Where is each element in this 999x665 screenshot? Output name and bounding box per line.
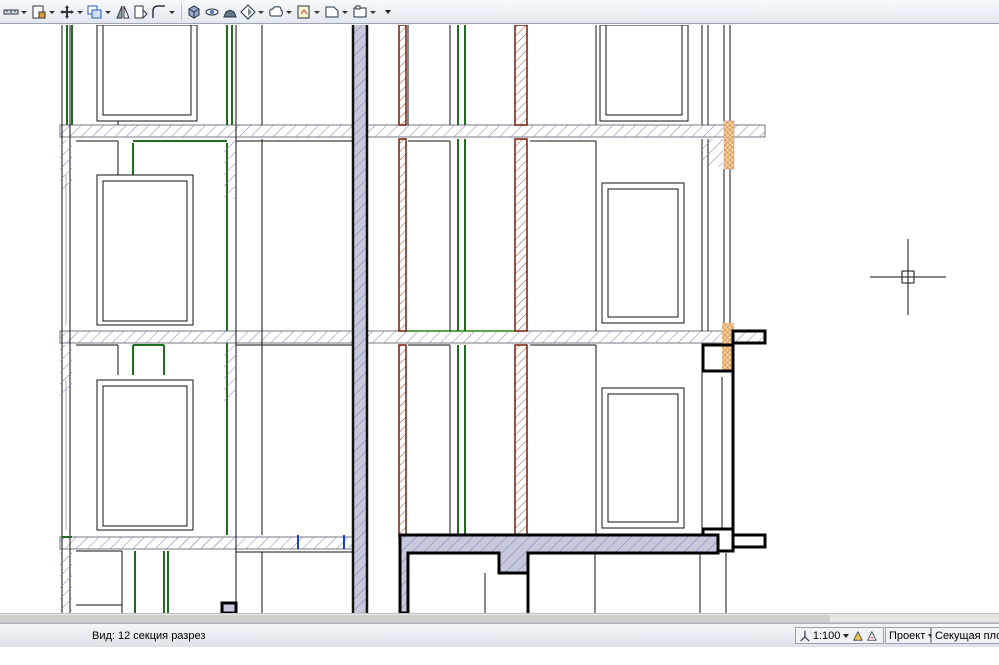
scale-selector[interactable]: 1:100 xyxy=(795,627,884,644)
shape-icon[interactable] xyxy=(324,4,340,20)
auto-scale-icon[interactable] xyxy=(866,629,878,643)
left-windows xyxy=(96,25,198,531)
move-dropdown-icon[interactable] xyxy=(76,4,83,20)
frame-dropdown-icon[interactable] xyxy=(369,4,376,20)
scale-value: 1:100 xyxy=(812,629,841,642)
toolbar xyxy=(0,0,999,24)
move-icon[interactable] xyxy=(59,4,75,20)
annotate-icon[interactable] xyxy=(296,4,312,20)
section-drawing[interactable] xyxy=(0,25,999,613)
horizontal-scrollbar[interactable] xyxy=(0,613,999,623)
balcony-outline xyxy=(701,329,767,553)
copy-dropdown-icon[interactable] xyxy=(104,4,111,20)
section-plane-selector[interactable]: Секущая плоско xyxy=(931,627,999,644)
mode-value: Проект xyxy=(889,629,926,642)
render-icon[interactable] xyxy=(240,3,256,20)
render-dropdown-icon[interactable] xyxy=(257,4,264,20)
toolbar-separator xyxy=(181,3,182,20)
rotate-icon[interactable] xyxy=(133,4,149,20)
annotation-visibility-icon[interactable] xyxy=(852,629,864,643)
central-column xyxy=(351,25,369,613)
annotate-dropdown-icon[interactable] xyxy=(313,4,320,20)
cloud-icon[interactable] xyxy=(268,4,284,20)
mirror-icon[interactable] xyxy=(115,4,131,20)
layer-properties-icon[interactable] xyxy=(31,4,47,20)
annotation-scale-icon xyxy=(800,630,810,642)
cloud-dropdown-icon[interactable] xyxy=(285,4,292,20)
right-windows xyxy=(599,25,689,529)
shape-dropdown-icon[interactable] xyxy=(341,4,348,20)
layer-dropdown-icon[interactable] xyxy=(48,4,55,20)
drawing-canvas[interactable] xyxy=(0,25,999,613)
copy-icon[interactable] xyxy=(87,4,103,20)
view-cube-icon[interactable] xyxy=(186,4,202,20)
brown-walls xyxy=(398,25,528,538)
section-plane-value: Секущая плоско xyxy=(935,629,999,642)
measure-dropdown-icon[interactable] xyxy=(20,4,27,20)
view-name-label: Вид: 12 секция разрез xyxy=(92,630,206,642)
fillet-dropdown-icon[interactable] xyxy=(168,4,175,20)
walk-icon[interactable] xyxy=(222,4,238,20)
fillet-icon[interactable] xyxy=(151,4,167,20)
status-bar: Вид: 12 секция разрез 1:100 Проект Секущ… xyxy=(0,623,999,647)
orbit-icon[interactable] xyxy=(204,4,220,20)
scale-dropdown-icon[interactable] xyxy=(843,633,850,638)
window-bottom-edge xyxy=(0,647,999,665)
frame-icon[interactable] xyxy=(352,4,368,20)
toolbar-overflow-icon[interactable] xyxy=(380,4,396,20)
mode-selector[interactable]: Проект xyxy=(885,627,935,644)
crosshair-cursor-icon xyxy=(870,239,946,315)
scrollbar-thumb[interactable] xyxy=(0,615,830,622)
measure-icon[interactable] xyxy=(3,4,19,20)
